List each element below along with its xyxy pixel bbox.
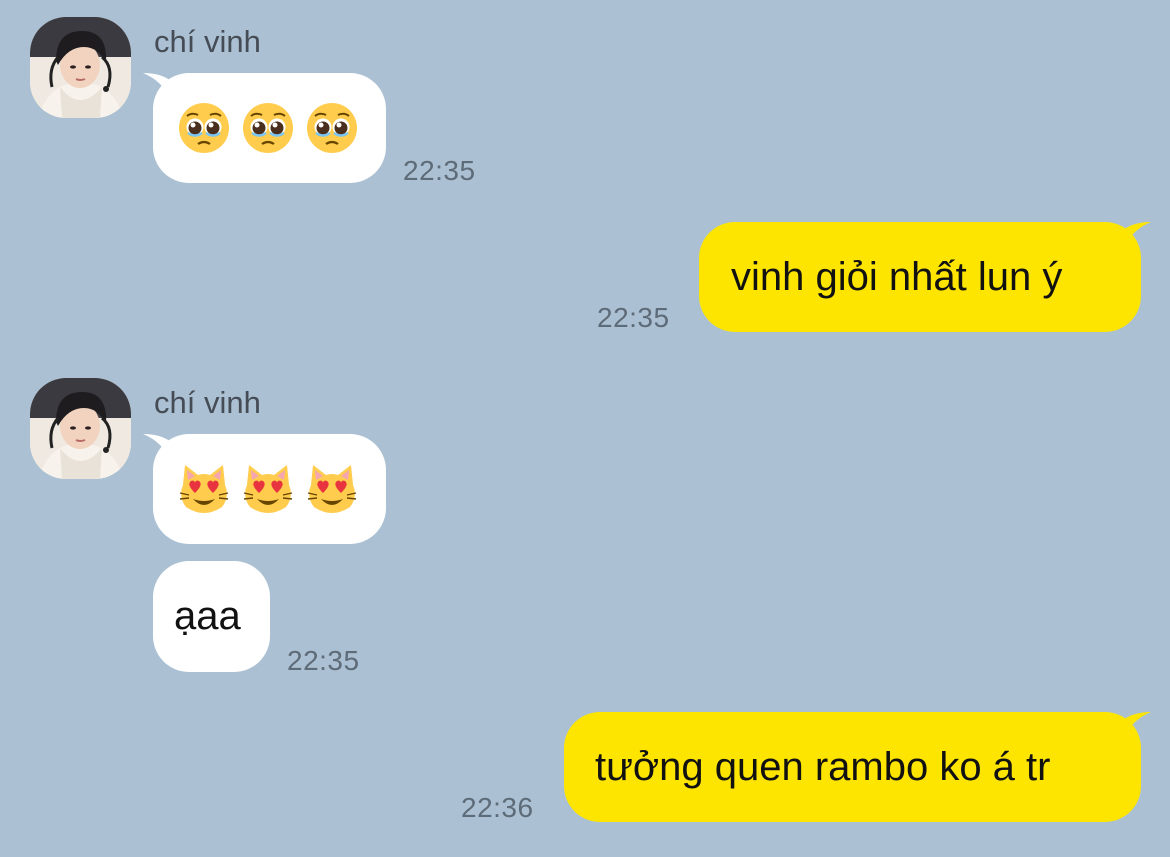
message-bubble-incoming[interactable] [143, 434, 386, 544]
message-timestamp: 22:35 [403, 155, 476, 186]
heart-eyes-cat-icon [243, 465, 293, 513]
sender-name: chí vinh [154, 385, 261, 420]
message-text: tưởng quen rambo ko á tr [595, 744, 1051, 789]
avatar-photo [30, 17, 131, 118]
heart-eyes-cat-icon [307, 465, 357, 513]
heart-eyes-cat-icon [179, 465, 229, 513]
message-text: ạaa [174, 594, 241, 638]
message-timestamp: 22:35 [287, 645, 360, 676]
message-text: vinh giỏi nhất lun ý [731, 254, 1063, 299]
message-bubble-incoming[interactable]: ạaa [153, 561, 270, 672]
emoji-row [178, 463, 358, 515]
sender-avatar[interactable] [30, 17, 131, 118]
bubble-tail [143, 73, 171, 101]
pleading-face-icon [307, 103, 357, 153]
pleading-face-icon [243, 103, 293, 153]
message-bubble-incoming[interactable] [143, 73, 386, 183]
bubble-tail [1123, 222, 1151, 250]
pleading-face-icon [179, 103, 229, 153]
message-timestamp: 22:36 [461, 792, 534, 823]
message-timestamp: 22:35 [597, 302, 670, 333]
bubble-tail [143, 434, 171, 462]
message-bubble-outgoing[interactable]: vinh giỏi nhất lun ý [699, 222, 1151, 332]
sender-name: chí vinh [154, 24, 261, 59]
message-bubble-outgoing[interactable]: tưởng quen rambo ko á tr [564, 712, 1151, 822]
emoji-row [178, 102, 358, 154]
sender-avatar[interactable] [30, 378, 131, 479]
bubble-tail [1123, 712, 1151, 740]
avatar-photo [30, 378, 131, 479]
